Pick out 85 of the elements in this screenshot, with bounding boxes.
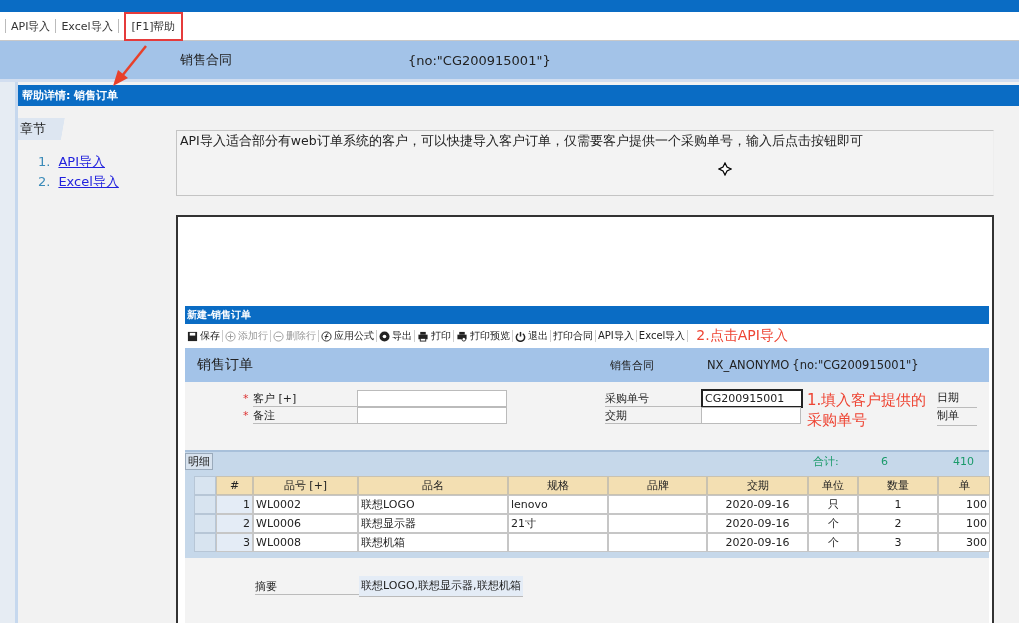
minus-circle-icon	[273, 330, 284, 342]
annotation-arrow	[110, 44, 150, 88]
table-cell: 2	[858, 514, 938, 533]
input-field[interactable]: CG200915001	[701, 389, 803, 408]
annotation-text: 2.点击API导入	[696, 327, 788, 345]
field-value: NX_ANONYMO	[707, 358, 790, 372]
toolbar-button[interactable]: 打印	[415, 329, 453, 343]
print-preview-icon	[456, 330, 468, 342]
table-cell: 联想LOGO	[358, 495, 508, 514]
column-header[interactable]: 交期	[707, 476, 808, 495]
field-label: 销售合同	[610, 357, 655, 373]
table-cell: 2020-09-16	[707, 514, 808, 533]
column-header[interactable]: 品名	[358, 476, 508, 495]
toolbar-button[interactable]: API导入	[11, 18, 51, 34]
input-field[interactable]	[701, 407, 801, 424]
detail-tab[interactable]: 明细	[185, 452, 213, 470]
required-mark: *	[243, 409, 249, 422]
input-field[interactable]	[357, 407, 507, 424]
printer-icon	[417, 330, 429, 342]
toolbar-button[interactable]: 导出	[377, 329, 414, 343]
disc-icon	[379, 330, 390, 342]
table-cell: 3	[216, 533, 253, 552]
toolbar-button[interactable]: 保存	[185, 329, 222, 343]
table-cell: WL0002	[253, 495, 358, 514]
table-cell: lenovo	[508, 495, 608, 514]
row-header[interactable]	[194, 514, 216, 533]
chapter-link[interactable]: API导入	[58, 152, 105, 172]
description-text: API导入适合部分有web订单系统的客户，可以快捷导入客户订单，仅需要客户提供一个采购单号，输入后点击按钮即可	[180, 133, 863, 148]
toolbar-button[interactable]: API导入	[596, 329, 636, 343]
table-cell: 2020-09-16	[707, 495, 808, 514]
table-cell: 联想机箱	[358, 533, 508, 552]
total-quantity: 6	[881, 454, 889, 468]
row-header[interactable]	[194, 533, 216, 552]
field-label: 日期	[937, 390, 977, 408]
column-header[interactable]: 品牌	[608, 476, 707, 495]
table-cell: 联想显示器	[358, 514, 508, 533]
toolbar-button[interactable]: 打印预览	[454, 329, 512, 343]
table-cell: 只	[808, 495, 858, 514]
column-header[interactable]: #	[216, 476, 253, 495]
column-header[interactable]: 规格	[508, 476, 608, 495]
chapter-link[interactable]: Excel导入	[58, 172, 119, 192]
table-cell: 2	[216, 514, 253, 533]
toolbar-button[interactable]: Excel导入	[636, 329, 688, 343]
table-cell: 个	[808, 514, 858, 533]
table-cell: 100	[938, 495, 990, 514]
table-cell: 1	[858, 495, 938, 514]
total-amount: 410	[953, 454, 974, 468]
table-cell: 300	[938, 533, 990, 552]
column-header[interactable]: 单	[938, 476, 990, 495]
window-title: 帮助详情: 销售订单	[18, 85, 1019, 106]
table-cell: 1	[216, 495, 253, 514]
column-header[interactable]: 单位	[808, 476, 858, 495]
annotation-text: 1.填入客户提供的采购单号	[807, 390, 928, 431]
field-value: {no:"CG200915001"}	[792, 358, 919, 372]
toolbar-button[interactable]: [F1]帮助	[131, 18, 176, 34]
list-number: 2.	[38, 173, 51, 191]
toolbar-button[interactable]: Excel导入	[61, 18, 113, 34]
column-header[interactable]: 品号 [+]	[253, 476, 358, 495]
header-label: 销售合同	[180, 51, 233, 69]
summary-field[interactable]: 联想LOGO,联想显示器,联想机箱	[359, 576, 523, 597]
plus-circle-icon	[225, 330, 236, 342]
table-cell: WL0006	[253, 514, 358, 533]
table-cell: WL0008	[253, 533, 358, 552]
toolbar-button[interactable]: 打印合同	[551, 329, 595, 343]
field-label: 制单	[937, 408, 977, 426]
table-cell: 2020-09-16	[707, 533, 808, 552]
move-cursor-icon	[718, 162, 732, 176]
table-cell: 3	[858, 533, 938, 552]
power-icon	[515, 330, 526, 342]
list-number: 1.	[38, 153, 51, 171]
row-header	[194, 476, 216, 495]
window-title: 新建-销售订单	[185, 306, 989, 324]
form-title: 销售订单	[197, 356, 254, 374]
total-label: 合计:	[813, 453, 840, 469]
table-cell: 100	[938, 514, 990, 533]
toolbar-button[interactable]: 退出	[513, 329, 550, 343]
table-cell: 21寸	[508, 514, 608, 533]
input-field[interactable]	[357, 390, 507, 407]
formula-icon	[321, 330, 332, 342]
required-mark: *	[243, 392, 249, 405]
table-cell: 个	[808, 533, 858, 552]
row-header[interactable]	[194, 495, 216, 514]
column-header[interactable]: 数量	[858, 476, 938, 495]
header-value: {no:"CG200915001"}	[408, 52, 551, 68]
toolbar-button[interactable]: 应用公式	[319, 329, 376, 343]
